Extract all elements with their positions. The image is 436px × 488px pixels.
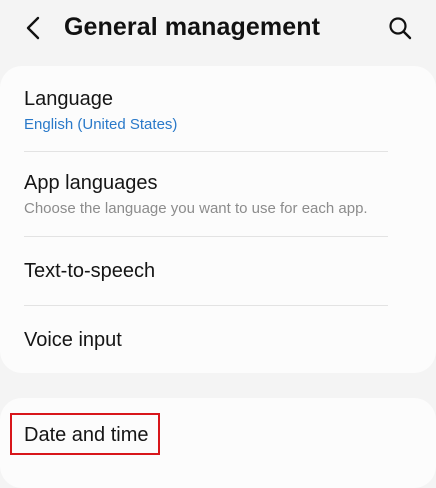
item-title: App languages — [24, 172, 158, 194]
top-app-bar: General management — [0, 0, 436, 62]
item-title: Voice input — [24, 329, 122, 351]
page-title: General management — [64, 13, 321, 41]
search-icon — [389, 17, 412, 40]
list-item-language[interactable]: Language English (United States) — [0, 70, 436, 150]
back-button[interactable] — [16, 10, 52, 46]
search-button[interactable] — [382, 10, 418, 46]
list-item-voice-input[interactable]: Voice input — [0, 306, 436, 372]
item-title: Language — [24, 88, 113, 110]
item-subtitle: English (United States) — [24, 116, 178, 133]
list-item-text-to-speech[interactable]: Text-to-speech — [0, 237, 436, 305]
item-subtitle: Choose the language you want to use for … — [24, 200, 368, 217]
item-title: Text-to-speech — [24, 260, 156, 282]
list-item-app-languages[interactable]: App languages Choose the language you wa… — [0, 152, 436, 236]
highlight-box — [10, 413, 160, 455]
chevron-left-icon — [26, 16, 40, 40]
